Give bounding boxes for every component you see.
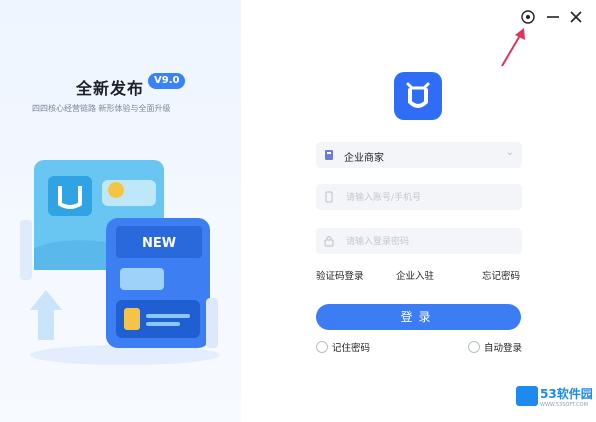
promo-title: 全新发布 bbox=[76, 79, 145, 98]
auto-login-checkbox[interactable]: 自动登录 bbox=[468, 340, 522, 354]
close-icon bbox=[570, 11, 582, 23]
gear-icon bbox=[521, 10, 535, 24]
password-input[interactable] bbox=[344, 233, 508, 251]
company-type-value: 企业商家 bbox=[344, 153, 384, 164]
account-input[interactable] bbox=[344, 189, 508, 207]
building-icon bbox=[325, 150, 333, 160]
watermark-brand: 53软件园 bbox=[540, 387, 593, 401]
new-tag: NEW bbox=[142, 236, 176, 251]
enterprise-join-link[interactable]: 企业入驻 bbox=[396, 268, 434, 282]
watermark-logo-icon bbox=[516, 386, 538, 406]
promo-illustration: NEW bbox=[20, 160, 220, 365]
minimize-icon bbox=[547, 16, 559, 18]
phone-icon bbox=[325, 191, 333, 203]
lock-icon bbox=[324, 236, 334, 247]
company-type-select[interactable]: 企业商家 ⌄ bbox=[316, 142, 522, 168]
remember-password-label: 记住密码 bbox=[332, 343, 371, 354]
auto-login-radio-circle bbox=[468, 341, 480, 353]
close-button[interactable] bbox=[568, 9, 584, 25]
pointer-arrow-icon bbox=[501, 28, 525, 67]
settings-icon[interactable] bbox=[520, 9, 536, 25]
remember-radio-circle bbox=[316, 341, 328, 353]
account-field[interactable] bbox=[316, 184, 522, 210]
promo-panel: 全新发布 V9.0 四四核心经营链路 新形体验与全面升级 NEW bbox=[0, 0, 241, 422]
auto-login-label: 自动登录 bbox=[484, 343, 523, 354]
app-logo bbox=[394, 72, 442, 120]
watermark-url: WWW.53SOFT.COM bbox=[540, 402, 588, 408]
minimize-button[interactable] bbox=[545, 9, 561, 25]
sms-login-link[interactable]: 验证码登录 bbox=[316, 268, 364, 282]
forgot-password-link[interactable]: 忘记密码 bbox=[482, 268, 520, 282]
promo-subtitle: 四四核心经营链路 新形体验与全面升级 bbox=[32, 104, 171, 113]
version-badge: V9.0 bbox=[148, 73, 186, 89]
watermark: 53软件园 WWW.53SOFT.COM bbox=[516, 384, 593, 414]
login-panel bbox=[241, 0, 596, 422]
remember-password-checkbox[interactable]: 记住密码 bbox=[316, 340, 370, 354]
bull-logo-icon bbox=[406, 82, 430, 108]
login-button[interactable]: 登录 bbox=[316, 304, 521, 330]
chevron-down-icon: ⌄ bbox=[505, 147, 514, 158]
password-field[interactable] bbox=[316, 228, 522, 254]
